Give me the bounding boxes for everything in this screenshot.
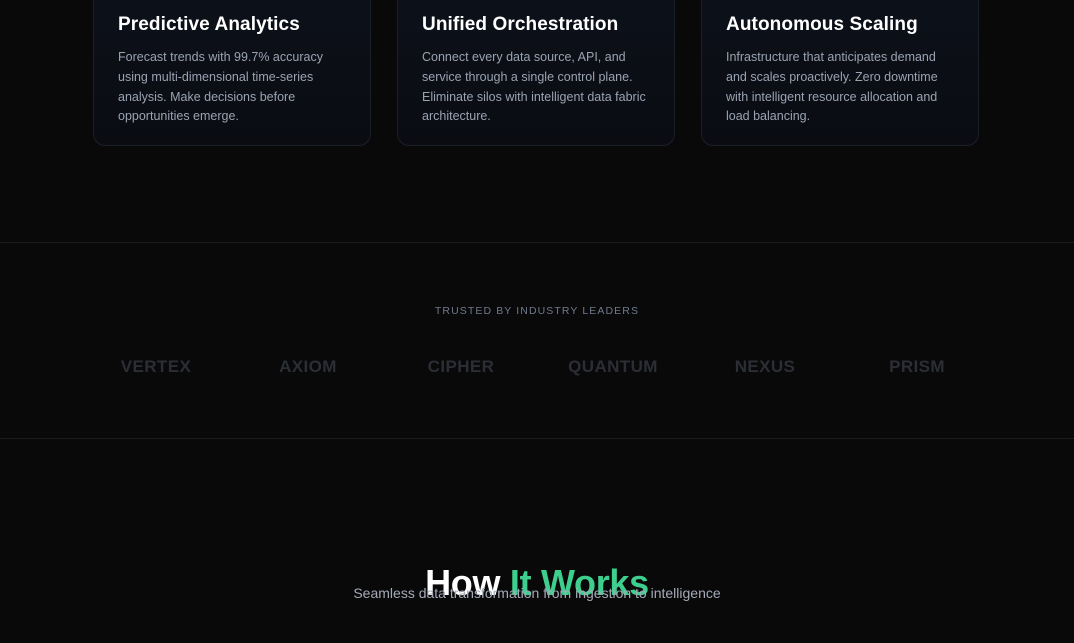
partner-logo-prism: PRISM	[889, 357, 945, 376]
partner-logos: VERTEX AXIOM CIPHER QUANTUM NEXUS PRISM	[80, 356, 994, 380]
features-section: Predictive Analytics Forecast trends wit…	[0, 0, 1074, 243]
partner-logo-cipher: CIPHER	[427, 357, 495, 376]
partner-logo-nexus: NEXUS	[734, 357, 796, 376]
feature-card-autonomous-scaling: Autonomous Scaling Infrastructure that a…	[701, 0, 979, 146]
partner-logo-quantum: QUANTUM	[568, 357, 658, 376]
partner-logo-axiom: AXIOM	[279, 357, 337, 376]
feature-card-description: Infrastructure that anticipates demand a…	[726, 50, 938, 124]
feature-card-unified-orchestration: Unified Orchestration Connect every data…	[397, 0, 675, 146]
feature-card-title: Unified Orchestration	[422, 14, 619, 35]
feature-card-description: Forecast trends with 99.7% accuracy usin…	[118, 50, 323, 124]
feature-card-predictive-analytics: Predictive Analytics Forecast trends wit…	[93, 0, 371, 146]
feature-card-description: Connect every data source, API, and serv…	[422, 50, 646, 124]
how-it-works-subtitle: Seamless data transformation from ingest…	[353, 585, 721, 601]
feature-card-title: Autonomous Scaling	[726, 14, 918, 35]
partner-logo-vertex: VERTEX	[120, 357, 192, 376]
section-divider-bottom	[0, 438, 1074, 439]
feature-card-title: Predictive Analytics	[118, 14, 300, 35]
landing-page: Predictive Analytics Forecast trends wit…	[0, 0, 1074, 643]
section-divider-top	[0, 242, 1074, 243]
trusted-by-label: TRUSTED BY INDUSTRY LEADERS	[434, 305, 640, 317]
